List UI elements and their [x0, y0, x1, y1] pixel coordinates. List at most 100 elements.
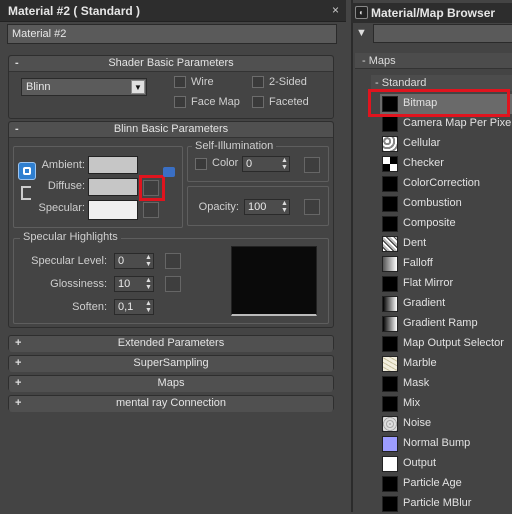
list-item[interactable]: Camera Map Per Pixel [380, 114, 512, 134]
specular-highlights-title: Specular Highlights [20, 231, 121, 243]
opacity-spinner[interactable]: 100 ▲ ▼ [244, 199, 290, 215]
list-item[interactable]: Output [380, 454, 512, 474]
specular-map-button[interactable] [143, 202, 159, 218]
list-item[interactable]: Noise [380, 414, 512, 434]
diffuse-label: Diffuse: [47, 180, 85, 192]
chevron-down-icon[interactable]: ▼ [131, 80, 145, 94]
material-editor-title: Material #2 ( Standard ) [8, 4, 141, 18]
extended-parameters-rollout[interactable]: + Extended Parameters [8, 335, 334, 352]
list-item[interactable]: Dent [380, 234, 512, 254]
map-item-label: Camera Map Per Pixel [403, 117, 512, 129]
face-map-checkbox[interactable] [174, 96, 186, 108]
ambient-color-swatch[interactable] [88, 156, 138, 174]
map-item-label: Composite [403, 217, 456, 229]
self-illum-value: 0 [246, 158, 253, 170]
specular-level-map-button[interactable] [165, 253, 181, 269]
list-item[interactable]: Normal Bump [380, 434, 512, 454]
material-name-field[interactable]: Material #2 [7, 24, 337, 44]
spinner-arrows-icon[interactable]: ▲ ▼ [144, 254, 153, 268]
map-item-label: Particle MBlur [403, 497, 472, 509]
self-illum-title: Self-Illumination [192, 140, 277, 152]
collapse-icon[interactable]: - [362, 55, 366, 67]
list-item[interactable]: Particle Age [380, 474, 512, 494]
rollout-header[interactable]: + SuperSampling [9, 356, 333, 372]
list-item[interactable]: Particle MBlur [380, 494, 512, 514]
max-icon[interactable]: ◐ [355, 6, 368, 19]
wire-checkbox[interactable] [174, 76, 186, 88]
glossiness-spinner[interactable]: 10 ▲ ▼ [114, 276, 154, 292]
filter-icon[interactable]: ▼ [356, 27, 367, 39]
shader-basic-header[interactable]: - Shader Basic Parameters [9, 56, 333, 72]
two-sided-checkbox[interactable] [252, 76, 264, 88]
rollout-header[interactable]: + mental ray Connection [9, 396, 333, 412]
supersampling-rollout[interactable]: + SuperSampling [8, 355, 334, 372]
self-illum-map-button[interactable] [304, 157, 320, 173]
map-item-label: Dent [403, 237, 427, 249]
rollout-title: Extended Parameters [117, 337, 225, 349]
spinner-arrows-icon[interactable]: ▲ ▼ [280, 157, 289, 171]
gradient-map-icon [382, 316, 398, 332]
list-item[interactable]: ColorCorrection [380, 174, 512, 194]
list-item[interactable]: Flat Mirror [380, 274, 512, 294]
list-item[interactable]: Cellular [380, 134, 512, 154]
list-item[interactable]: Marble [380, 354, 512, 374]
faceted-checkbox[interactable] [252, 96, 264, 108]
list-item[interactable]: Gradient Ramp [380, 314, 512, 334]
map-item-label: Cellular [403, 137, 441, 149]
opacity-value: 100 [248, 201, 267, 213]
spinner-arrows-icon[interactable]: ▲ ▼ [280, 200, 289, 214]
diffuse-color-swatch[interactable] [88, 178, 138, 196]
black-map-icon [382, 276, 398, 292]
list-item[interactable]: Mask [380, 374, 512, 394]
rollout-header[interactable]: + Extended Parameters [9, 336, 333, 352]
maps-rollout[interactable]: + Maps [8, 375, 334, 392]
soften-value: 0,1 [118, 301, 134, 313]
list-item[interactable]: Composite [380, 214, 512, 234]
rollout-title: SuperSampling [133, 357, 209, 369]
map-item-label: Normal Bump [403, 437, 471, 449]
cellular-map-icon [382, 136, 398, 152]
self-illum-spinner[interactable]: 0 ▲ ▼ [242, 156, 290, 172]
white-map-icon [382, 456, 398, 472]
close-icon[interactable]: × [332, 3, 339, 17]
face-map-label: Face Map [191, 96, 240, 108]
shader-type-dropdown[interactable]: Blinn ▼ [21, 78, 147, 96]
soften-spinner[interactable]: 0,1 ▲ ▼ [114, 299, 154, 315]
highlight-box [139, 175, 165, 201]
specular-label: Specular: [38, 202, 85, 214]
shader-basic-title: Shader Basic Parameters [108, 57, 234, 69]
black-map-icon [382, 176, 398, 192]
collapse-icon[interactable]: - [375, 77, 379, 89]
list-item[interactable]: Mix [380, 394, 512, 414]
list-item[interactable]: Combustion [380, 194, 512, 214]
spinner-arrows-icon[interactable]: ▲ ▼ [144, 277, 153, 291]
specular-color-swatch[interactable] [88, 200, 138, 220]
maps-group-label: - Maps [362, 55, 396, 67]
list-item[interactable]: Map Output Selector [380, 334, 512, 354]
mental-ray-connection-rollout[interactable]: + mental ray Connection [8, 395, 334, 412]
list-item[interactable]: Checker [380, 154, 512, 174]
list-item[interactable]: Falloff [380, 254, 512, 274]
search-input[interactable] [373, 24, 512, 43]
maps-group-text: Maps [368, 55, 396, 67]
glossiness-map-button[interactable] [165, 276, 181, 292]
falloff-map-icon [382, 256, 398, 272]
map-item-label: Flat Mirror [403, 277, 454, 289]
glossiness-label: Glossiness: [50, 278, 107, 290]
map-item-label: Mask [403, 377, 430, 389]
lock-ambient-diffuse-icon[interactable] [18, 162, 36, 180]
specular-level-label: Specular Level: [31, 255, 107, 267]
self-illum-color-checkbox[interactable] [195, 158, 207, 170]
opacity-label: Opacity: [198, 201, 239, 213]
blinn-basic-header[interactable]: - Blinn Basic Parameters [9, 122, 333, 138]
checker-map-icon [382, 156, 398, 172]
lock-icon[interactable] [163, 167, 175, 177]
rollout-header[interactable]: + Maps [9, 376, 333, 392]
specular-level-spinner[interactable]: 0 ▲ ▼ [114, 253, 154, 269]
list-item[interactable]: Gradient [380, 294, 512, 314]
opacity-map-button[interactable] [304, 199, 320, 215]
rollout-title: Maps [157, 377, 185, 389]
spinner-arrows-icon[interactable]: ▲ ▼ [144, 300, 153, 314]
wire-label: Wire [191, 76, 214, 88]
map-item-label: Particle Age [403, 477, 462, 489]
